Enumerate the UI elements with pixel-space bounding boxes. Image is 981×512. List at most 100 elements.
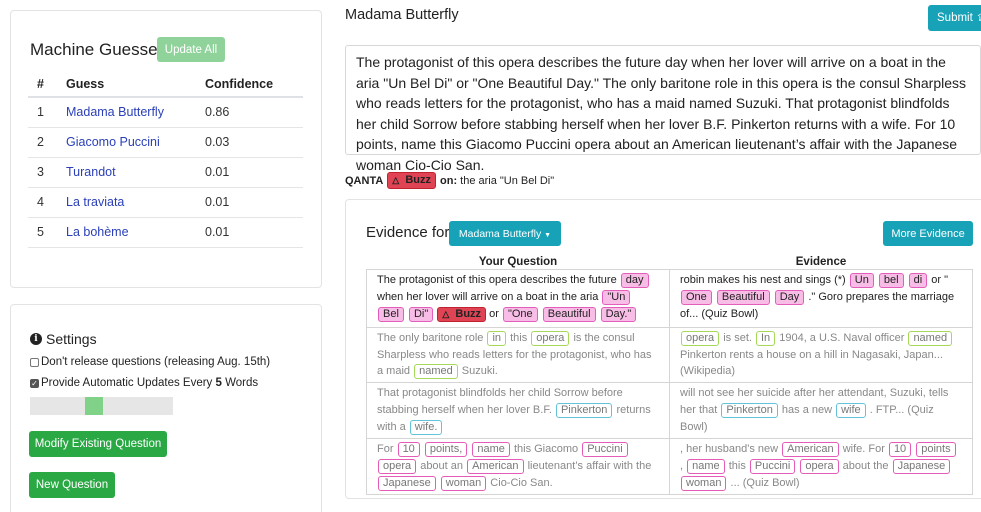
highlight-term: 10 xyxy=(397,441,420,457)
guess-link[interactable]: La bohème xyxy=(66,225,129,239)
upload-icon: ⇪ xyxy=(976,13,981,24)
table-row: For 10 points, name this Giacomo Puccini… xyxy=(366,437,973,495)
highlight-term: Pinkerton xyxy=(555,402,613,418)
buzz-badge-label: Buzz xyxy=(405,174,432,186)
highlight-term: Puccini xyxy=(582,441,628,457)
guess-confidence: 0.01 xyxy=(205,157,303,188)
guess-confidence: 0.01 xyxy=(205,217,303,248)
evidence-table: Your Question Evidence The protagonist o… xyxy=(366,255,973,495)
highlight-term: woman xyxy=(440,475,487,491)
highlight-term: opera xyxy=(378,458,417,474)
table-row: 4 La traviata 0.01 xyxy=(28,187,303,218)
submit-label: Submit xyxy=(937,12,973,24)
highlight-term: points, xyxy=(424,441,468,457)
more-evidence-button[interactable]: More Evidence xyxy=(883,221,973,246)
release-checkbox[interactable] xyxy=(30,357,39,367)
warning-icon: △ xyxy=(442,308,450,319)
question-sentence: That protagonist blindfolds her child So… xyxy=(366,382,670,439)
table-row: 5 La bohème 0.01 xyxy=(28,217,303,248)
machine-guesses-title: Machine Guesses xyxy=(30,40,167,59)
dropdown-label: Madama Butterfly xyxy=(458,227,542,240)
guesses-header-row: # Guess Confidence xyxy=(28,71,303,98)
settings-heading: i Settings xyxy=(30,331,97,347)
header-guess: Guess xyxy=(66,71,205,98)
buzz-line: QANTA △ Buzz on: the aria "Un Bel Di" xyxy=(345,172,554,189)
highlight-term: opera xyxy=(800,458,839,474)
highlight-term: Di" xyxy=(408,306,434,322)
evidence-answer-dropdown[interactable]: Madama Butterfly ▼ xyxy=(449,221,561,246)
guesses-table: # Guess Confidence 1 Madama Butterfly 0.… xyxy=(28,71,303,248)
highlight-term: Japanese xyxy=(892,458,951,474)
question-sentence: For 10 points, name this Giacomo Puccini… xyxy=(366,437,670,495)
highlight-term: woman xyxy=(681,475,727,491)
submit-button[interactable]: Submit ⇪ xyxy=(928,5,981,31)
highlight-term: bel xyxy=(878,272,904,288)
slider-handle[interactable] xyxy=(85,397,103,415)
highlight-term: Pinkerton xyxy=(721,402,778,418)
evidence-snippet: will not see her suicide after her atten… xyxy=(669,382,973,439)
question-sentence: The only baritone role in this opera is … xyxy=(366,326,670,383)
highlight-term: name xyxy=(687,458,725,474)
evidence-snippet: , her husband's new American wife. For 1… xyxy=(669,437,973,495)
guess-link[interactable]: Madama Butterfly xyxy=(66,105,164,119)
table-row: 3 Turandot 0.01 xyxy=(28,157,303,188)
buzz-on-label: on: xyxy=(440,174,458,187)
buzz-text: the aria "Un Bel Di" xyxy=(460,174,555,187)
highlight-term: named xyxy=(414,364,458,379)
buzz-marker: △ Buzz xyxy=(437,306,487,322)
update-frequency-slider[interactable] xyxy=(30,397,173,415)
col-your-question: Your Question xyxy=(478,255,558,268)
settings-title: Settings xyxy=(46,331,97,347)
header-confidence: Confidence xyxy=(205,71,303,98)
release-label: Don't release questions (releasing Aug. … xyxy=(41,356,271,368)
highlight-term: One xyxy=(681,289,712,305)
evidence-snippet: robin makes his nest and sings (*) Un be… xyxy=(669,268,973,328)
highlight-term: wife xyxy=(836,402,866,418)
guess-confidence: 0.03 xyxy=(205,127,303,158)
new-question-button[interactable]: New Question xyxy=(29,472,115,498)
table-row: 1 Madama Butterfly 0.86 xyxy=(28,97,303,128)
highlight-term: opera xyxy=(531,330,570,346)
updates-checkbox[interactable]: ✓ xyxy=(30,378,39,388)
caret-down-icon: ▼ xyxy=(544,231,552,239)
highlight-term: named xyxy=(908,330,953,346)
question-text[interactable]: The protagonist of this opera describes … xyxy=(345,45,981,173)
highlight-term: Beautiful xyxy=(716,289,770,305)
highlight-term: Day xyxy=(774,289,805,305)
col-evidence: Evidence xyxy=(795,255,847,268)
guess-num: 1 xyxy=(28,97,66,128)
update-all-button[interactable]: Update All xyxy=(157,37,225,62)
question-sentence: The protagonist of this opera describes … xyxy=(366,268,670,328)
highlight-term: Un xyxy=(849,272,874,288)
evidence-snippet: opera is set. In 1904, a U.S. Naval offi… xyxy=(669,326,973,383)
release-option: Don't release questions (releasing Aug. … xyxy=(30,356,270,368)
highlight-term: Beautiful xyxy=(542,306,596,322)
highlight-term: points xyxy=(916,441,956,457)
guess-link[interactable]: Turandot xyxy=(66,165,116,179)
highlight-term: day xyxy=(620,272,649,288)
highlight-term: 10 xyxy=(888,441,912,457)
evidence-title: Evidence for xyxy=(366,224,450,241)
updates-prefix: Provide Automatic Updates Every xyxy=(41,377,216,389)
answer-title: Madama Butterfly xyxy=(345,7,459,23)
highlight-term: opera xyxy=(681,330,720,346)
guess-num: 2 xyxy=(28,127,66,158)
table-row: That protagonist blindfolds her child So… xyxy=(366,382,973,439)
highlight-term: in xyxy=(487,330,507,346)
guess-confidence: 0.86 xyxy=(205,97,303,128)
highlight-term: Puccini xyxy=(749,458,796,474)
guess-num: 3 xyxy=(28,157,66,188)
highlight-term: Japanese xyxy=(378,475,436,491)
guess-num: 5 xyxy=(28,217,66,248)
table-row: The only baritone role in this opera is … xyxy=(366,326,973,383)
guess-link[interactable]: La traviata xyxy=(66,195,124,209)
updates-option: ✓ Provide Automatic Updates Every 5 Word… xyxy=(30,377,258,389)
highlight-term: In xyxy=(755,330,776,346)
warning-icon: △ xyxy=(392,175,400,185)
guess-link[interactable]: Giacomo Puccini xyxy=(66,135,160,149)
modify-question-button[interactable]: Modify Existing Question xyxy=(29,431,167,457)
guess-num: 4 xyxy=(28,187,66,218)
highlight-term: "One xyxy=(502,306,538,322)
highlight-term: American xyxy=(467,458,524,474)
table-row: The protagonist of this opera describes … xyxy=(366,268,973,328)
